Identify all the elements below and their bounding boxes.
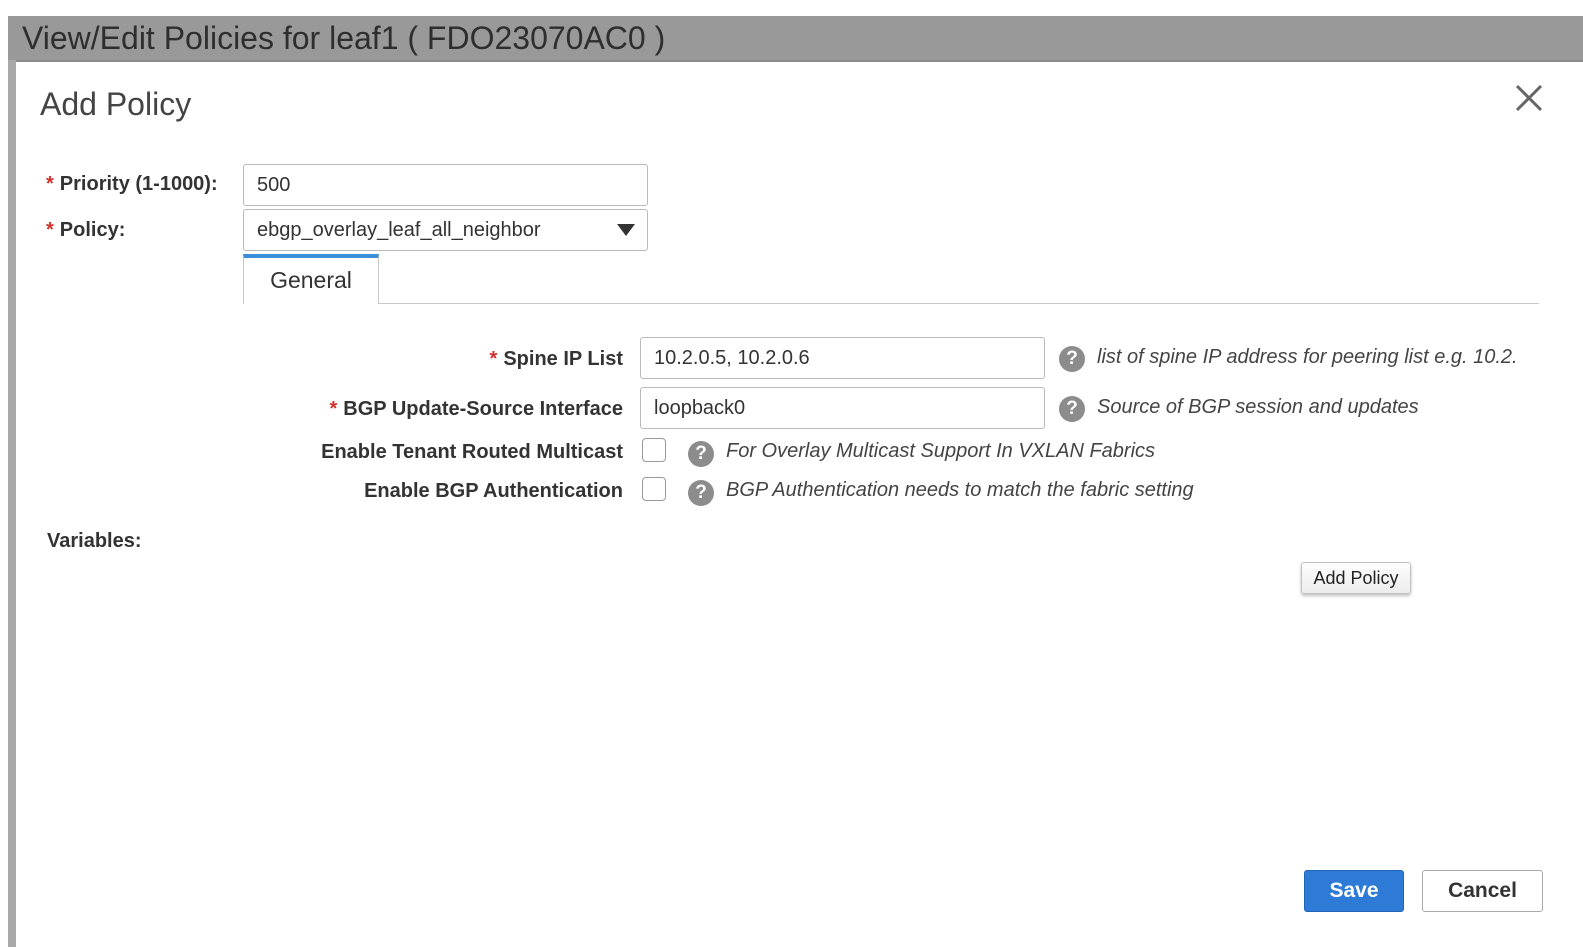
help-icon[interactable]: ? (688, 441, 714, 467)
bgp-update-source-label: * BGP Update-Source Interface (329, 398, 623, 421)
spine-ip-label-text: Spine IP List (503, 348, 623, 370)
priority-value: 500 (257, 174, 291, 196)
variables-label: Variables: (47, 530, 142, 552)
bgp-update-source-label-text: BGP Update-Source Interface (343, 398, 623, 420)
tab-general[interactable]: General (243, 254, 379, 304)
required-marker: * (46, 219, 54, 241)
bgp-update-source-hint: Source of BGP session and updates (1097, 396, 1419, 418)
required-marker: * (46, 173, 54, 195)
window-left-border (8, 60, 16, 947)
chevron-down-icon (617, 224, 635, 236)
add-policy-dialog: Add Policy * Priority (1-1000): 500 * Poli… (16, 62, 1583, 947)
tenant-multicast-label: Enable Tenant Routed Multicast (321, 441, 623, 463)
priority-input[interactable]: 500 (243, 164, 648, 206)
bgp-auth-label: Enable BGP Authentication (364, 480, 623, 502)
close-icon[interactable] (1513, 82, 1545, 114)
tab-divider (379, 303, 1539, 304)
window-titlebar: View/Edit Policies for leaf1 ( FDO23070A… (8, 16, 1583, 62)
tenant-multicast-checkbox[interactable] (642, 438, 666, 462)
bgp-auth-checkbox[interactable] (642, 477, 666, 501)
bgp-update-source-value: loopback0 (654, 397, 746, 419)
required-marker: * (489, 348, 498, 370)
cancel-button[interactable]: Cancel (1422, 870, 1543, 912)
required-marker: * (329, 398, 338, 420)
dialog-title: Add Policy (40, 86, 192, 122)
policy-label: * Policy: (46, 219, 125, 242)
help-icon[interactable]: ? (688, 480, 714, 506)
save-button[interactable]: Save (1304, 870, 1404, 912)
bgp-update-source-input[interactable]: loopback0 (640, 387, 1045, 429)
priority-label: * Priority (1-1000): (46, 173, 218, 196)
priority-label-text: Priority (1-1000): (59, 173, 218, 195)
bgp-auth-hint: BGP Authentication needs to match the fa… (726, 479, 1194, 501)
spine-ip-input[interactable]: 10.2.0.5, 10.2.0.6 (640, 337, 1045, 379)
add-policy-button[interactable]: Add Policy (1301, 562, 1411, 594)
spine-ip-hint: list of spine IP address for peering lis… (1097, 346, 1518, 368)
window-title: View/Edit Policies for leaf1 ( FDO23070A… (22, 20, 666, 56)
help-icon[interactable]: ? (1059, 396, 1085, 422)
policy-label-text: Policy: (59, 219, 126, 241)
policy-select[interactable]: ebgp_overlay_leaf_all_neighbor (243, 209, 648, 251)
spine-ip-label: * Spine IP List (490, 348, 623, 371)
spine-ip-value: 10.2.0.5, 10.2.0.6 (654, 347, 810, 369)
policy-value: ebgp_overlay_leaf_all_neighbor (257, 219, 541, 241)
tenant-multicast-hint: For Overlay Multicast Support In VXLAN F… (726, 440, 1156, 462)
help-icon[interactable]: ? (1059, 346, 1085, 372)
